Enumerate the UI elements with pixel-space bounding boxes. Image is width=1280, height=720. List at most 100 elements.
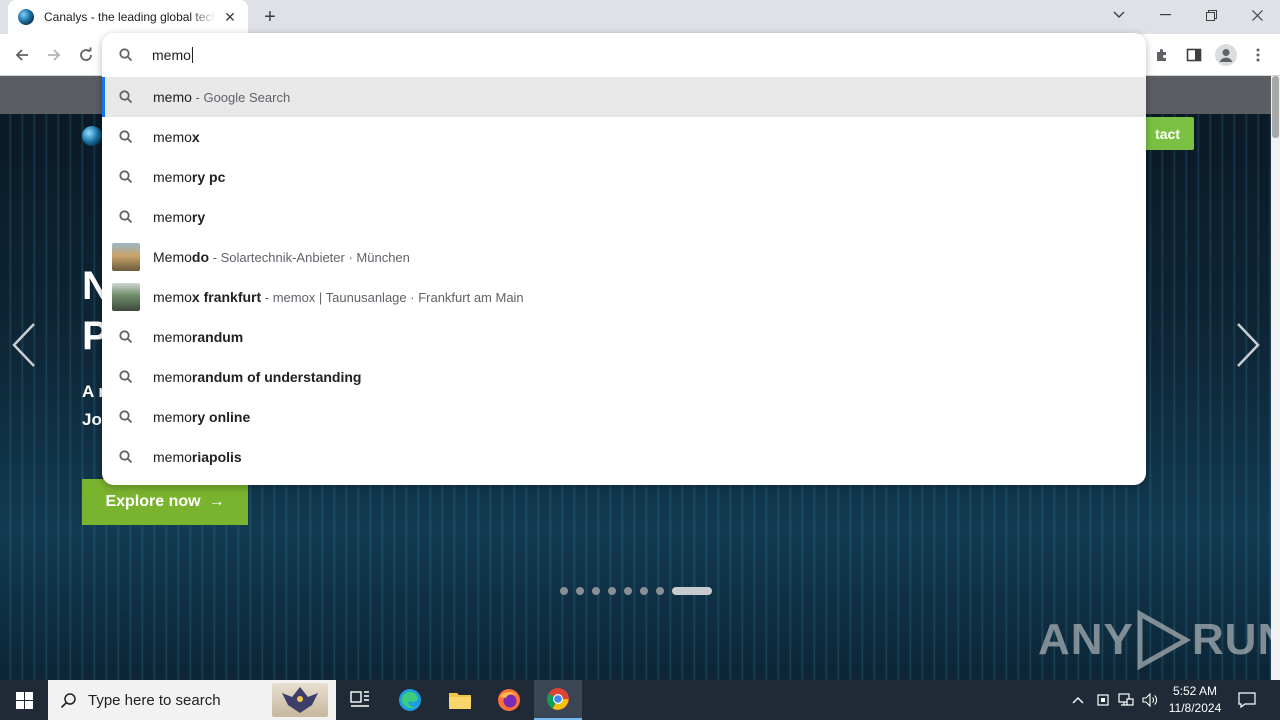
- address-input[interactable]: memo: [152, 47, 193, 63]
- play-triangle-icon: [1137, 610, 1191, 670]
- carousel-dot[interactable]: [624, 587, 632, 595]
- suggestion-description: - Solartechnik-Anbieter · München: [209, 250, 410, 265]
- network-icon: [1118, 693, 1134, 706]
- suggestion-typed-part: memo: [153, 369, 192, 385]
- minimize-button[interactable]: [1142, 0, 1188, 30]
- back-button[interactable]: [8, 41, 36, 69]
- omnibox-suggestion[interactable]: memory: [102, 197, 1146, 237]
- omnibox-suggestion[interactable]: memory pc: [102, 157, 1146, 197]
- notification-icon: [1238, 692, 1256, 708]
- carousel-next-button[interactable]: [1232, 322, 1262, 368]
- task-view-icon: [350, 691, 369, 707]
- carousel-prev-button[interactable]: [10, 322, 40, 368]
- search-highlight-image: [272, 683, 328, 717]
- clock-time: 5:52 AM: [1172, 684, 1218, 698]
- volume-tray-button[interactable]: [1140, 680, 1160, 720]
- start-button[interactable]: [0, 680, 48, 720]
- firefox-icon: [498, 689, 520, 711]
- search-icon: [119, 90, 133, 104]
- carousel-dot[interactable]: [576, 587, 584, 595]
- carousel-dot[interactable]: [672, 587, 712, 595]
- arrow-right-icon: [48, 49, 61, 61]
- omnibox-suggestion[interactable]: memo - Google Search: [102, 77, 1146, 117]
- folder-icon: [449, 693, 471, 709]
- canalys-logo-icon[interactable]: [82, 126, 102, 146]
- suggestion-text: memorandum: [153, 329, 243, 345]
- tab-strip: Canalys - the leading global technology …: [0, 0, 1280, 34]
- omnibox-suggestion[interactable]: memory online: [102, 397, 1146, 437]
- carousel-dot[interactable]: [640, 587, 648, 595]
- scrollbar-thumb[interactable]: [1272, 76, 1279, 138]
- firefox-app-button[interactable]: [485, 680, 533, 720]
- suggestion-text: memory: [153, 209, 205, 225]
- suggestion-typed-part: memo: [153, 329, 192, 345]
- suggestion-text: memox: [153, 129, 200, 145]
- tab-close-icon[interactable]: ✕: [222, 9, 238, 25]
- watermark-text-left: ANY: [1038, 615, 1134, 664]
- text-caret: [191, 47, 193, 63]
- taskbar-search-box[interactable]: Type here to search: [48, 680, 336, 720]
- task-view-button[interactable]: [336, 680, 384, 720]
- carousel-dot[interactable]: [592, 587, 600, 595]
- suggestion-thumbnail: [112, 243, 140, 271]
- chrome-menu-button[interactable]: [1244, 41, 1272, 69]
- suggestion-typed-part: memo: [153, 409, 192, 425]
- suggestion-description: - Google Search: [191, 90, 291, 105]
- side-panel-button[interactable]: [1180, 41, 1208, 69]
- carousel-dot[interactable]: [560, 587, 568, 595]
- omnibox-suggestion[interactable]: memorandum of understanding: [102, 357, 1146, 397]
- suggestion-typed-part: memo: [153, 169, 192, 185]
- shield-icon: [1097, 694, 1109, 706]
- omnibox-suggestion[interactable]: memoriapolis: [102, 437, 1146, 477]
- suggestion-thumbnail: [112, 283, 140, 311]
- file-explorer-app-button[interactable]: [436, 680, 484, 720]
- edge-app-button[interactable]: [386, 680, 434, 720]
- network-tray-button[interactable]: [1116, 680, 1136, 720]
- close-window-button[interactable]: [1234, 0, 1280, 30]
- suggestion-text: memo - Google Search: [153, 89, 290, 105]
- page-scrollbar[interactable]: [1271, 76, 1280, 680]
- hero-subtitle-line-2: Jo: [82, 410, 102, 429]
- suggestion-text: memory pc: [153, 169, 225, 185]
- tab-search-button[interactable]: [1096, 0, 1142, 30]
- chrome-app-button[interactable]: [534, 680, 582, 720]
- suggestion-text: memoriapolis: [153, 449, 242, 465]
- windows-logo-icon: [15, 691, 33, 709]
- explore-now-button[interactable]: Explore now →: [82, 479, 248, 525]
- security-tray-button[interactable]: [1094, 680, 1112, 720]
- carousel-dot[interactable]: [608, 587, 616, 595]
- show-hidden-icons-button[interactable]: [1068, 680, 1088, 720]
- suggestion-text: memory online: [153, 409, 250, 425]
- taskbar-clock[interactable]: 5:52 AM 11/8/2024: [1160, 683, 1230, 717]
- reload-button[interactable]: [72, 41, 100, 69]
- explore-now-label: Explore now: [105, 493, 201, 510]
- minimize-icon: [1159, 14, 1171, 16]
- search-icon: [60, 693, 76, 709]
- omnibox-suggestion[interactable]: memorandum: [102, 317, 1146, 357]
- notifications-button[interactable]: [1232, 680, 1262, 720]
- omnibox-suggestion[interactable]: Memodo - Solartechnik-Anbieter · München: [102, 237, 1146, 277]
- extensions-button[interactable]: [1148, 41, 1176, 69]
- side-panel-icon: [1186, 48, 1202, 62]
- reload-icon: [80, 47, 92, 61]
- suggestion-text: memox frankfurt - memox | Taunusanlage ·…: [153, 289, 524, 305]
- address-input-text: memo: [152, 47, 191, 63]
- suggestion-text: Memodo - Solartechnik-Anbieter · München: [153, 249, 410, 265]
- omnibox-suggestion[interactable]: memox frankfurt - memox | Taunusanlage ·…: [102, 277, 1146, 317]
- address-bar[interactable]: memo: [102, 33, 1146, 77]
- arrow-left-icon: [15, 49, 28, 61]
- carousel-dot[interactable]: [656, 587, 664, 595]
- omnibox-dropdown: memo memo - Google Search memox memory pc m…: [102, 33, 1146, 485]
- suggestion-typed-part: memo: [153, 129, 192, 145]
- browser-tab-canalys[interactable]: Canalys - the leading global technology …: [8, 0, 248, 34]
- forward-button[interactable]: [40, 41, 68, 69]
- suggestion-completion: randum of understanding: [191, 369, 362, 385]
- suggestion-typed-part: memo: [153, 289, 192, 305]
- profile-button[interactable]: [1212, 41, 1240, 69]
- search-icon: [119, 130, 133, 144]
- restore-button[interactable]: [1188, 0, 1234, 30]
- watermark-text-right: RUN: [1191, 615, 1271, 664]
- omnibox-suggestion[interactable]: memox: [102, 117, 1146, 157]
- search-icon: [119, 370, 133, 384]
- new-tab-button[interactable]: +: [258, 5, 282, 29]
